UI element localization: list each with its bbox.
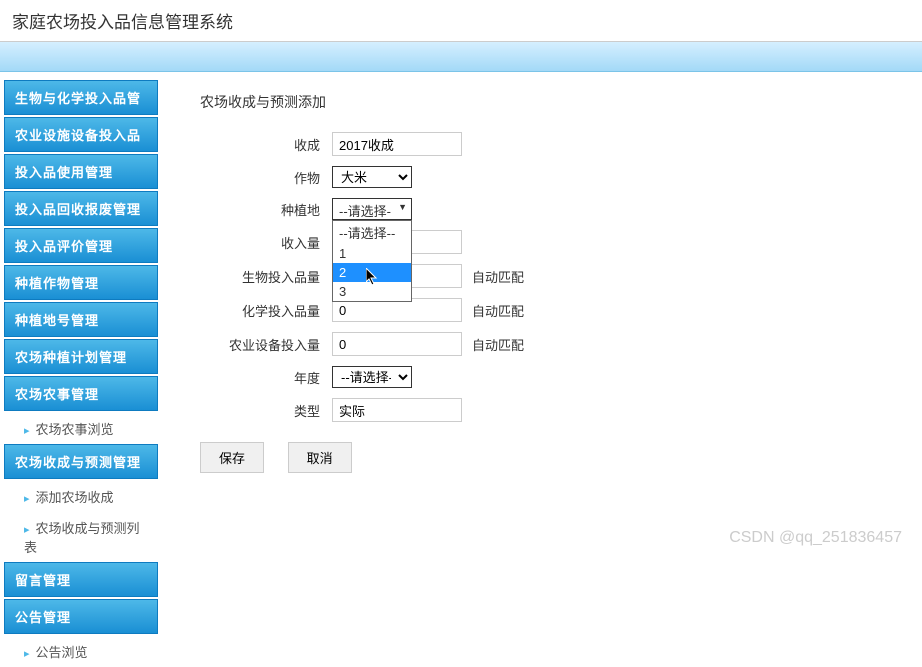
label-type: 类型: [222, 401, 332, 420]
input-harvest[interactable]: [332, 132, 462, 156]
dropdown-opt-3[interactable]: 3: [333, 282, 411, 301]
sidebar-nav-plan[interactable]: 农场种植计划管理: [4, 339, 158, 374]
label-equip-input: 农业设备投入量: [222, 335, 332, 354]
label-plot: 种植地: [222, 200, 332, 219]
dropdown-opt-1[interactable]: 1: [333, 244, 411, 263]
sidebar-nav-crop[interactable]: 种植作物管理: [4, 265, 158, 300]
watermark: CSDN @qq_251836457: [729, 529, 902, 547]
suffix-bio: 自动匹配: [472, 267, 524, 286]
sidebar-sub-announce-browse[interactable]: 公告浏览: [4, 636, 158, 667]
form: 收成 作物 大米 种植地 --请选择-- --请选择-- 1 2 3: [192, 132, 892, 422]
label-harvest: 收成: [222, 135, 332, 154]
save-button[interactable]: 保存: [200, 442, 264, 473]
app-title: 家庭农场投入品信息管理系统: [0, 0, 922, 42]
label-income: 收入量: [222, 233, 332, 252]
sidebar-nav-bio-chem[interactable]: 生物与化学投入品管: [4, 80, 158, 115]
select-crop[interactable]: 大米: [332, 166, 412, 188]
label-year: 年度: [222, 368, 332, 387]
cancel-button[interactable]: 取消: [288, 442, 352, 473]
dropdown-opt-2[interactable]: 2: [333, 263, 411, 282]
input-type[interactable]: [332, 398, 462, 422]
sidebar-sub-harvest-list[interactable]: 农场收成与预测列表: [4, 512, 158, 562]
sidebar: 生物与化学投入品管 农业设施设备投入品 投入品使用管理 投入品回收报废管理 投入…: [0, 72, 162, 667]
sidebar-nav-input-usage[interactable]: 投入品使用管理: [4, 154, 158, 189]
header-bar: [0, 42, 922, 72]
sidebar-nav-plot[interactable]: 种植地号管理: [4, 302, 158, 337]
input-equip[interactable]: [332, 332, 462, 356]
dropdown-list-plot: --请选择-- 1 2 3: [332, 220, 412, 302]
sidebar-sub-farm-work-browse[interactable]: 农场农事浏览: [4, 413, 158, 444]
sidebar-nav-harvest[interactable]: 农场收成与预测管理: [4, 444, 158, 479]
label-chem-input: 化学投入品量: [222, 301, 332, 320]
label-bio-input: 生物投入品量: [222, 267, 332, 286]
sidebar-nav-input-eval[interactable]: 投入品评价管理: [4, 228, 158, 263]
sidebar-sub-add-harvest[interactable]: 添加农场收成: [4, 481, 158, 512]
main-panel: 农场收成与预测添加 收成 作物 大米 种植地 --请选择-- --请选择-- 1: [162, 72, 922, 667]
sidebar-nav-equipment[interactable]: 农业设施设备投入品: [4, 117, 158, 152]
sidebar-nav-announce[interactable]: 公告管理: [4, 599, 158, 634]
sidebar-nav-farm-work[interactable]: 农场农事管理: [4, 376, 158, 411]
sidebar-nav-input-recycle[interactable]: 投入品回收报废管理: [4, 191, 158, 226]
dropdown-opt-placeholder[interactable]: --请选择--: [333, 221, 411, 244]
panel-title: 农场收成与预测添加: [192, 92, 892, 112]
suffix-chem: 自动匹配: [472, 301, 524, 320]
select-year[interactable]: --请选择--: [332, 366, 412, 388]
label-crop: 作物: [222, 168, 332, 187]
sidebar-nav-message[interactable]: 留言管理: [4, 562, 158, 597]
select-plot[interactable]: --请选择--: [332, 198, 412, 220]
suffix-equip: 自动匹配: [472, 335, 524, 354]
